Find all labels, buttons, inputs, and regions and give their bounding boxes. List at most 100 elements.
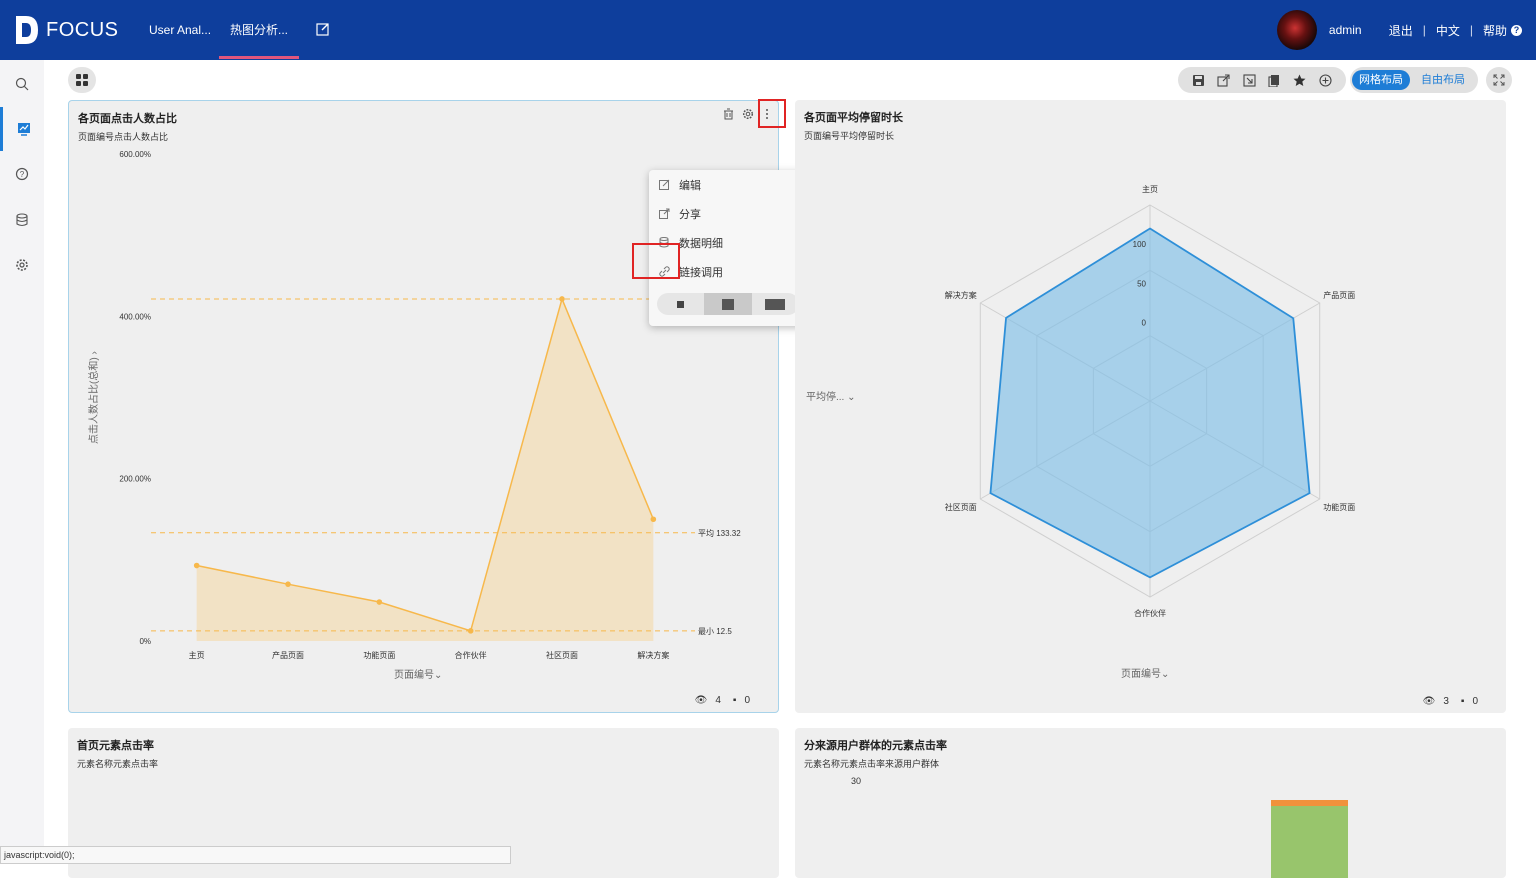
chart-icon[interactable] (0, 107, 44, 151)
card-title: 首页元素点击率 (77, 740, 154, 752)
eye-icon: 👁 (694, 695, 708, 706)
data-point[interactable] (559, 296, 565, 302)
x-axis-label[interactable]: 页面编号 (1121, 669, 1161, 680)
radar-axis-label: 功能页面 (1323, 502, 1355, 512)
card-title: 分来源用户群体的元素点击率 (804, 740, 947, 752)
chart-card-source-element-ctr[interactable]: 分来源用户群体的元素点击率 元素名称元素点击率来源用户群体 30 (795, 728, 1506, 878)
radar-axis-label: 解决方案 (945, 290, 977, 300)
copy-icon[interactable] (1268, 74, 1281, 87)
eye-icon: 👁 (1422, 696, 1436, 707)
y-tick-label: 200.00% (119, 475, 151, 484)
bar-segment (1271, 806, 1348, 878)
comment-icon[interactable]: ▪ (733, 695, 737, 706)
dashboard-main: 网格布局 自由布局 各页面点击人数占比 页面编号点击人数占比 0% 200.00%… (44, 60, 1536, 878)
fullscreen-button[interactable] (1486, 67, 1512, 93)
radar-series[interactable] (989, 227, 1311, 579)
x-tick-label: 社区页面 (546, 650, 578, 660)
edit-icon (657, 179, 671, 190)
language-switch[interactable]: 中文 (1436, 22, 1460, 39)
chevron-down-icon: ⌄ (1161, 669, 1170, 680)
y-tick-label: 600.00% (119, 150, 151, 159)
data-point[interactable] (193, 562, 200, 569)
x-tick-label: 产品页面 (272, 650, 304, 660)
menu-item-label: 链接调用 (679, 266, 723, 279)
focus-logo[interactable]: FOCUS (14, 14, 119, 46)
x-tick-label: 解决方案 (637, 650, 669, 660)
avatar[interactable] (1276, 10, 1317, 50)
top-navigation-bar: FOCUS User Anal... 热图分析... admin | 退出 | … (0, 0, 1536, 60)
free-layout-button[interactable]: 自由布局 (1414, 70, 1472, 90)
reference-label: 最小 12.5 (698, 627, 732, 636)
y-axis-label[interactable]: 点击人数占比(总和) (89, 357, 100, 444)
dashboard-menu-button[interactable] (68, 67, 96, 93)
radar-axis-label: 产品页面 (1323, 290, 1355, 300)
data-point[interactable] (285, 581, 291, 587)
data-point[interactable] (467, 628, 474, 634)
status-bar: javascript:void(0); (0, 846, 511, 864)
menu-item-label: 分享 (679, 208, 701, 221)
settings-icon[interactable] (0, 243, 44, 287)
radar-axis-label: 社区页面 (945, 502, 977, 512)
radar-scale-label: 50 (1137, 279, 1146, 288)
fullscreen-icon (1493, 74, 1505, 86)
new-tab-edit-icon[interactable] (316, 22, 332, 38)
size-small-button[interactable] (657, 293, 704, 315)
help-link[interactable]: 帮助 (1483, 22, 1507, 39)
data-point[interactable] (650, 516, 657, 523)
comment-count: 0 (1472, 696, 1478, 707)
menu-item-label: 数据明细 (679, 237, 723, 250)
add-icon[interactable] (1319, 73, 1332, 87)
tab-heatmap-analysis[interactable]: 热图分析... (219, 0, 299, 59)
chevron-down-icon: › (89, 351, 100, 358)
measure-selector[interactable]: 平均停... (806, 392, 844, 403)
card-size-selector (657, 293, 799, 315)
card-footer: 👁 3 ▪ 0 (1419, 696, 1482, 707)
logout-link[interactable]: 退出 (1389, 22, 1413, 39)
logo-text: FOCUS (46, 18, 119, 41)
size-large-button[interactable] (752, 293, 799, 315)
export-icon[interactable] (1243, 73, 1256, 87)
menu-item-share[interactable]: 分享 (649, 199, 806, 228)
chevron-down-icon: ⌄ (844, 392, 856, 403)
divider: | (1469, 23, 1473, 37)
divider: | (1422, 23, 1426, 37)
highlight-more-button (758, 99, 786, 128)
grid-layout-button[interactable]: 网格布局 (1352, 70, 1410, 90)
svg-text:?: ? (20, 170, 25, 179)
logo-icon (16, 16, 38, 44)
view-count: 3 (1443, 696, 1449, 707)
card-footer: 👁 4 ▪ 0 (691, 695, 754, 706)
radar-chart: 0 50 100 主页产品页面功能页面合作伙伴 社区页面 解决方案 (945, 184, 1355, 618)
share-icon[interactable] (1217, 73, 1231, 87)
y-tick-label: 400.00% (119, 312, 151, 321)
database-icon[interactable] (0, 198, 44, 242)
y-tick-label: 30 (851, 776, 862, 786)
menu-item-edit[interactable]: 编辑 (649, 170, 806, 199)
radar-axis-label: 主页 (1142, 184, 1158, 194)
help-icon[interactable]: ? (1511, 24, 1522, 36)
view-count: 4 (715, 695, 721, 706)
search-icon[interactable] (0, 62, 44, 106)
left-sidebar: ? (0, 60, 44, 864)
help-icon[interactable]: ? (0, 152, 44, 196)
grid-icon (76, 74, 88, 86)
chart-card-avg-stay[interactable]: 各页面平均停留时长 页面编号平均停留时长 0 50 100 主页 产品页面 功能页面 合作伙… (795, 100, 1506, 713)
layout-toggle: 网格布局 自由布局 (1350, 67, 1478, 93)
x-tick-label: 功能页面 (363, 650, 395, 660)
save-icon[interactable] (1192, 74, 1205, 87)
username[interactable]: admin (1329, 23, 1362, 37)
star-icon[interactable] (1293, 74, 1306, 87)
chart-card-click-ratio[interactable]: 各页面点击人数占比 页面编号点击人数占比 0% 200.00% 400.00% 600… (68, 99, 806, 713)
share-icon (657, 208, 671, 219)
x-tick-label: 主页 (189, 650, 205, 660)
area-fill (196, 298, 654, 641)
chevron-down-icon: ⌄ (434, 670, 443, 681)
y-tick-label: 0% (139, 637, 151, 646)
comment-count: 0 (744, 695, 750, 706)
tab-user-analysis[interactable]: User Anal... (149, 0, 211, 60)
size-medium-button[interactable] (704, 293, 752, 315)
x-axis-label[interactable]: 页面编号 (394, 670, 434, 681)
data-point[interactable] (376, 599, 383, 605)
card-subtitle: 元素名称元素点击率 (77, 759, 159, 769)
comment-icon[interactable]: ▪ (1461, 696, 1465, 707)
